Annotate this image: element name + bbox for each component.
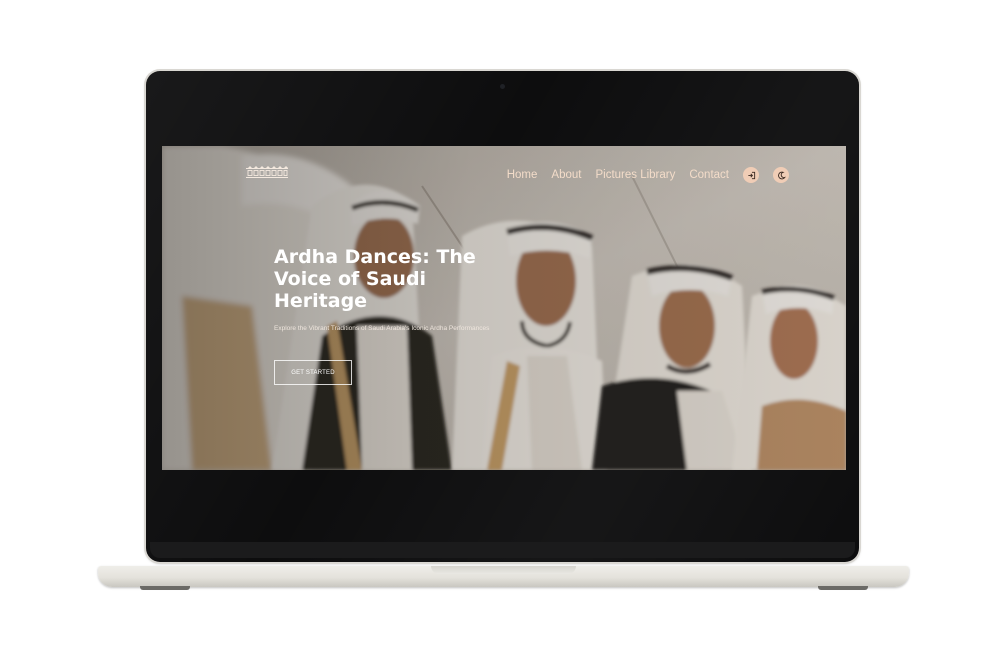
laptop-foot-right [818,586,868,590]
hero-subtitle: Explore the Vibrant Traditions of Saudi … [274,325,490,332]
hero-overlay [162,146,846,470]
nav-contact[interactable]: Contact [689,169,729,181]
website-screen: Home About Pictures Library Contact Ardh… [162,146,846,470]
laptop-foot-left [140,586,190,590]
moon-icon [777,171,786,179]
webcam-icon [500,84,505,89]
login-button[interactable] [743,167,759,183]
get-started-button[interactable]: GET STARTED [274,360,352,385]
trackpad-notch [431,566,576,574]
laptop-mockup: Home About Pictures Library Contact Ardh… [0,0,1000,667]
theme-toggle-button[interactable] [773,167,789,183]
login-icon [747,171,755,179]
nav-pictures-library[interactable]: Pictures Library [595,169,675,181]
main-nav: Home About Pictures Library Contact [507,166,789,184]
nav-home[interactable]: Home [507,169,538,181]
laptop-base [98,566,909,587]
site-logo[interactable] [246,166,288,180]
bezel-bottom [150,542,855,558]
nav-about[interactable]: About [551,169,581,181]
hero-title: Ardha Dances: The Voice of Saudi Heritag… [274,246,476,312]
